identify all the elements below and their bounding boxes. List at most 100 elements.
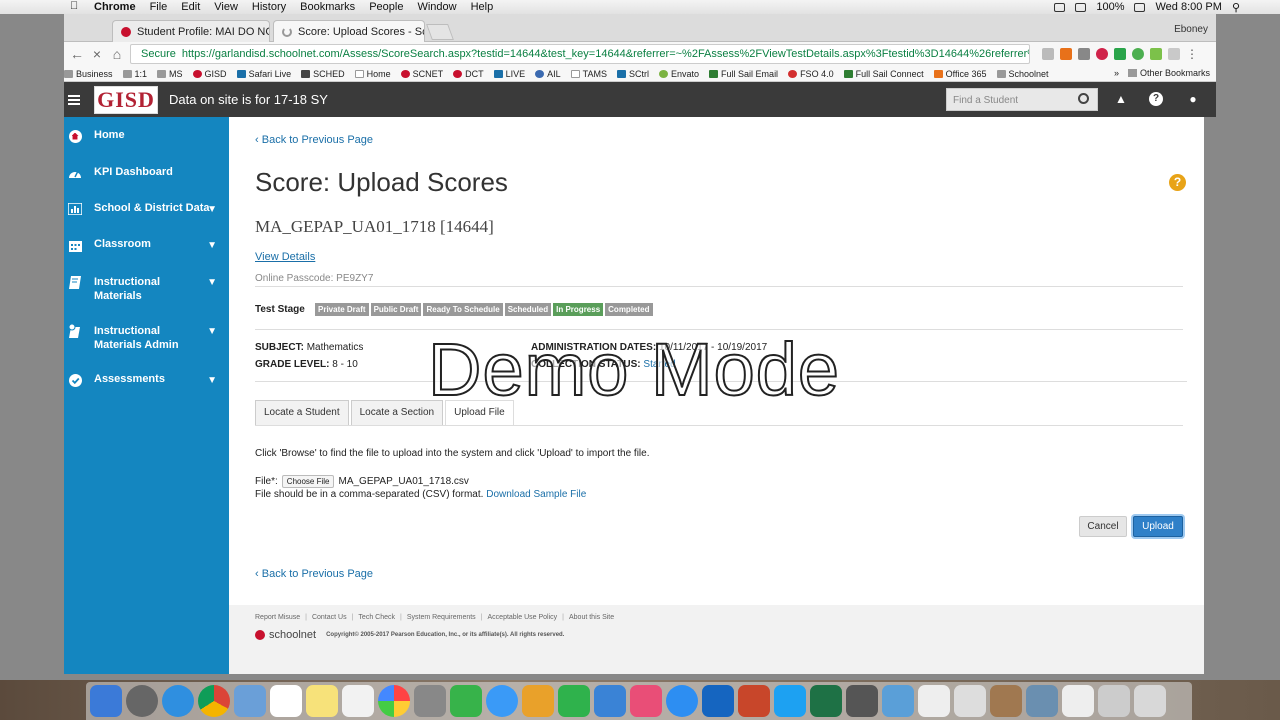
bookmark-item[interactable]: MS (157, 69, 183, 79)
sidebar-item-school-district-data[interactable]: School & District Data ▼ (64, 202, 229, 216)
launchpad-icon[interactable] (126, 685, 158, 717)
grammarly-icon[interactable] (1132, 48, 1144, 60)
messages-icon[interactable] (486, 685, 518, 717)
choose-file-button[interactable]: Choose File (281, 475, 335, 488)
chevron-down-icon[interactable]: ▼ (207, 375, 217, 386)
footer-link-contact-us[interactable]: Contact Us (312, 614, 347, 621)
app-store-icon[interactable] (666, 685, 698, 717)
menu-app[interactable]: Chrome (94, 1, 136, 13)
menu-bookmarks[interactable]: Bookmarks (300, 1, 355, 13)
bookmark-item[interactable]: SCHED (301, 69, 345, 79)
document-icon[interactable] (918, 685, 950, 717)
menu-people[interactable]: People (369, 1, 403, 13)
other-bookmarks[interactable]: » Other Bookmarks (1114, 68, 1210, 78)
outlook-icon[interactable] (702, 685, 734, 717)
browser-tab-student-profile[interactable]: Student Profile: MAI DO NGOC × (112, 20, 270, 42)
numbers-icon[interactable] (558, 685, 590, 717)
new-tab-button[interactable] (426, 24, 454, 40)
volume-icon[interactable] (1075, 2, 1087, 12)
sidebar-item-assessments[interactable]: Assessments ▼ (64, 373, 229, 387)
back-to-previous-link-bottom[interactable]: ‹ Back to Previous Page (255, 568, 373, 580)
chevron-down-icon[interactable]: ▼ (207, 240, 217, 251)
bookmark-item[interactable]: 1:1 (122, 69, 147, 79)
back-to-previous-link-top[interactable]: ‹ Back to Previous Page (255, 134, 373, 146)
bookmark-item[interactable]: Home (354, 69, 391, 79)
folder-icon[interactable] (882, 685, 914, 717)
sidebar-item-classroom[interactable]: Classroom ▼ (64, 238, 229, 252)
sidebar-item-instructional-materials-admin[interactable]: Instructional Materials Admin ▼ (64, 324, 229, 352)
photo-booth-icon[interactable] (846, 685, 878, 717)
bookmark-item[interactable]: AIL (535, 69, 561, 79)
trash-icon[interactable] (1134, 685, 1166, 717)
wifi-icon[interactable] (1054, 2, 1066, 12)
bookmark-item[interactable]: GISD (192, 69, 227, 79)
cancel-button[interactable]: Cancel (1079, 516, 1127, 537)
extension-icon[interactable] (1168, 48, 1180, 60)
bookmark-item[interactable]: Full Sail Email (709, 69, 778, 79)
address-bar[interactable]: Secure https://garlandisd.schoolnet.com/… (130, 44, 1030, 64)
excel-icon[interactable] (810, 685, 842, 717)
clock[interactable]: Wed 8:00 PM (1155, 1, 1221, 13)
image-thumbnail-icon[interactable] (990, 685, 1022, 717)
footer-link-tech-check[interactable]: Tech Check (358, 614, 395, 621)
browser-tab-upload-scores[interactable]: Score: Upload Scores - Schoo × (273, 20, 425, 42)
facetime-icon[interactable] (450, 685, 482, 717)
chevron-down-icon[interactable]: ▼ (207, 204, 217, 215)
bookmark-item[interactable]: Full Sail Connect (843, 69, 924, 79)
chrome-icon[interactable] (198, 685, 230, 717)
footer-link-report-misuse[interactable]: Report Misuse (255, 614, 300, 621)
extension-icon[interactable] (1078, 48, 1090, 60)
bookmark-item[interactable]: LIVE (493, 69, 525, 79)
chrome-menu-icon[interactable]: ⋮ (1186, 48, 1198, 60)
sidebar-item-instructional-materials[interactable]: Instructional Materials ▼ (64, 275, 229, 303)
bookmark-item[interactable]: Schoolnet (996, 69, 1049, 79)
finder-icon[interactable] (90, 685, 122, 717)
bookmark-item[interactable]: FSO 4.0 (788, 69, 834, 79)
gisd-logo[interactable]: GISD (94, 85, 158, 114)
bell-icon[interactable]: ▲ (1114, 92, 1128, 106)
footer-link-about[interactable]: About this Site (569, 614, 614, 621)
apple-icon[interactable]:  (70, 0, 78, 12)
system-preferences-icon[interactable] (414, 685, 446, 717)
sidebar-item-kpi-dashboard[interactable]: KPI Dashboard (64, 166, 229, 180)
find-student-input[interactable]: Find a Student (946, 88, 1098, 111)
menu-history[interactable]: History (252, 1, 286, 13)
footer-link-system-requirements[interactable]: System Requirements (407, 614, 476, 621)
calendar-icon[interactable] (270, 685, 302, 717)
bookmark-item[interactable]: SCtrl (617, 69, 649, 79)
document-icon[interactable] (954, 685, 986, 717)
image-thumbnail-icon[interactable] (1026, 685, 1058, 717)
keynote-icon[interactable] (594, 685, 626, 717)
document-icon[interactable] (1098, 685, 1130, 717)
bookmark-item[interactable]: Business (64, 69, 113, 79)
back-arrow-icon[interactable]: ← (70, 46, 84, 62)
photos-icon[interactable] (378, 685, 410, 717)
stop-loading-icon[interactable]: × (90, 46, 104, 62)
bookmark-item[interactable]: DCT (453, 69, 484, 79)
pages-icon[interactable] (522, 685, 554, 717)
extension-icon[interactable] (1060, 48, 1072, 60)
chevron-down-icon[interactable]: ▼ (207, 326, 217, 337)
tab-locate-student[interactable]: Locate a Student (255, 400, 349, 426)
bookmark-item[interactable]: Safari Live (236, 69, 291, 79)
spotlight-icon[interactable]: ⚲ (1232, 1, 1240, 14)
menu-view[interactable]: View (214, 1, 238, 13)
chevron-down-icon[interactable]: ▼ (207, 277, 217, 288)
safari-icon[interactable] (162, 685, 194, 717)
pinterest-icon[interactable] (1096, 48, 1108, 60)
extension-icon[interactable] (1150, 48, 1162, 60)
reminders-icon[interactable] (342, 685, 374, 717)
upload-button[interactable]: Upload (1133, 516, 1183, 537)
extension-icon[interactable] (1114, 48, 1126, 60)
twitter-icon[interactable] (774, 685, 806, 717)
search-icon[interactable] (1078, 93, 1089, 104)
mail-icon[interactable] (234, 685, 266, 717)
hamburger-menu-icon[interactable] (68, 93, 80, 107)
home-icon[interactable]: ⌂ (110, 46, 124, 62)
chrome-profile-name[interactable]: Eboney (1174, 24, 1208, 35)
sidebar-item-home[interactable]: Home (64, 129, 229, 143)
menu-window[interactable]: Window (417, 1, 456, 13)
user-icon[interactable]: ● (1186, 92, 1200, 106)
bookmark-item[interactable]: Envato (659, 69, 699, 79)
bookmark-item[interactable]: SCNET (400, 69, 443, 79)
